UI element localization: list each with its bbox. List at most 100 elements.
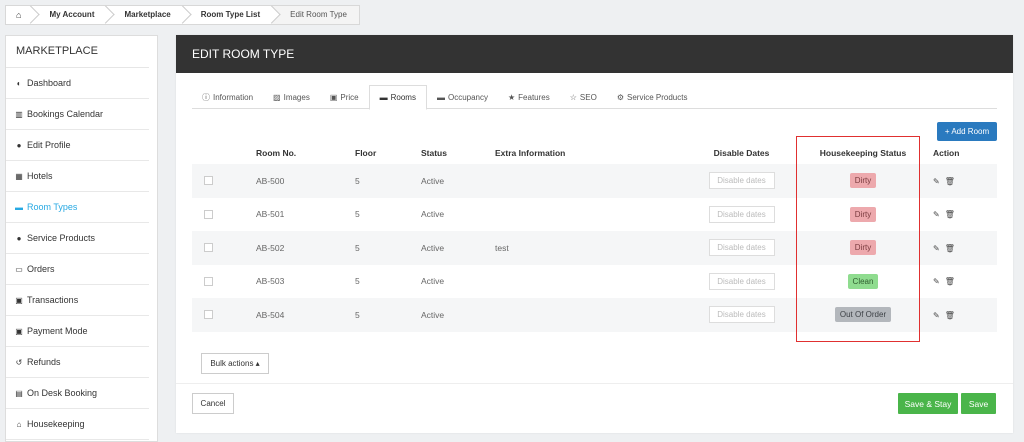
header-housekeeping-status: Housekeeping Status — [819, 148, 907, 158]
breadcrumb-room-type-list[interactable]: Room Type List — [182, 6, 273, 24]
edit-icon[interactable]: ✎ — [933, 244, 940, 253]
trash-icon[interactable]: 🗑 — [945, 277, 955, 286]
image-icon: ▨ — [273, 92, 281, 102]
user-plus-icon: ● — [16, 233, 22, 243]
disable-dates-input[interactable]: Disable dates — [708, 306, 775, 324]
sidebar-item-payment-mode[interactable]: ▣ Payment Mode — [6, 316, 149, 347]
breadcrumb-marketplace[interactable]: Marketplace — [106, 6, 183, 24]
building-icon: ▦ — [15, 171, 23, 181]
tab-features[interactable]: ★ Features — [498, 85, 560, 109]
sidebar-item-service-products[interactable]: ● Service Products — [6, 223, 149, 254]
tab-service-products[interactable]: ⚙ Service Products — [607, 85, 698, 109]
housekeeping-status-badge: Clean — [847, 273, 879, 289]
page-title: EDIT ROOM TYPE — [176, 35, 1013, 73]
room-number: AB-502 — [256, 242, 285, 253]
disable-dates-input[interactable]: Disable dates — [708, 205, 775, 223]
room-number: AB-504 — [256, 309, 285, 320]
breadcrumb-my-account[interactable]: My Account — [31, 6, 107, 24]
calendar-icon: ▤ — [15, 388, 23, 398]
card-icon: ▭ — [15, 264, 23, 274]
housekeeping-status-badge: Dirty — [849, 240, 877, 256]
row-checkbox[interactable] — [204, 276, 213, 286]
header-room-no: Room No. — [256, 148, 297, 158]
sidebar-item-transactions[interactable]: ▣ Transactions — [6, 285, 149, 316]
sidebar-item-room-types[interactable]: ▬ Room Types — [6, 192, 149, 223]
room-status: Active — [421, 209, 445, 220]
table-row: AB-500 5 Active Disable dates Dirty ✎ 🗑 — [192, 164, 997, 198]
chart-icon: ▥ — [15, 109, 23, 119]
housekeeping-status-badge: Out Of Order — [834, 307, 892, 323]
trash-icon[interactable]: 🗑 — [945, 177, 955, 186]
row-checkbox[interactable] — [204, 176, 213, 186]
save-button[interactable]: Save — [961, 393, 996, 414]
table-header: Room No. Floor Status Extra Information … — [192, 142, 997, 164]
disable-dates-input[interactable]: Disable dates — [708, 239, 775, 257]
undo-icon: ↺ — [15, 357, 23, 367]
tab-seo[interactable]: ☆ SEO — [560, 85, 607, 109]
sidebar-item-on-desk-booking[interactable]: ▤ On Desk Booking — [6, 378, 149, 409]
sidebar-item-refunds[interactable]: ↺ Refunds — [6, 347, 149, 378]
room-status: Active — [421, 276, 445, 287]
home-icon: ⌂ — [16, 10, 22, 20]
table-row: AB-502 5 Active test Disable dates Dirty… — [192, 231, 997, 265]
breadcrumb-home[interactable]: ⌂ — [6, 6, 32, 24]
star-outline-icon: ☆ — [569, 92, 577, 102]
sidebar-item-hotels[interactable]: ▦ Hotels — [6, 161, 149, 192]
bed-icon: ▬ — [15, 202, 23, 212]
sidebar-item-edit-profile[interactable]: ● Edit Profile — [6, 130, 149, 161]
tab-occupancy[interactable]: ▬ Occupancy — [427, 85, 498, 109]
room-floor: 5 — [355, 209, 360, 220]
edit-icon[interactable]: ✎ — [933, 311, 940, 320]
add-room-button[interactable]: + Add Room — [937, 122, 997, 141]
header-disable-dates: Disable Dates — [713, 148, 770, 158]
tab-bar: ⓘ Information ▨ Images ▣ Price ▬ Rooms ▬ Occu… — [192, 85, 997, 110]
tab-price[interactable]: ▣ Price — [320, 85, 369, 109]
tab-rooms[interactable]: ▬ Rooms — [368, 85, 427, 110]
table-row: AB-501 5 Active Disable dates Dirty ✎ 🗑 — [192, 198, 997, 232]
housekeeping-status-badge: Dirty — [849, 206, 877, 222]
star-icon: ★ — [508, 92, 516, 102]
disable-dates-input[interactable]: Disable dates — [708, 272, 775, 290]
tab-information[interactable]: ⓘ Information — [192, 85, 263, 109]
room-status: Active — [421, 175, 445, 186]
room-number: AB-501 — [256, 209, 285, 220]
bed-icon: ▬ — [379, 93, 388, 102]
bulk-actions-button[interactable]: Bulk actions ▴ — [201, 353, 269, 374]
table-row: AB-504 5 Active Disable dates Out Of Ord… — [192, 298, 997, 332]
room-status: Active — [421, 242, 445, 253]
disable-dates-input[interactable]: Disable dates — [708, 172, 775, 190]
room-floor: 5 — [355, 276, 360, 287]
breadcrumb-edit-room-type: Edit Room Type — [272, 6, 359, 24]
divider — [176, 383, 1013, 384]
room-extra-info: test — [495, 242, 509, 253]
sidebar-title: MARKETPLACE — [6, 36, 149, 68]
save-and-stay-button[interactable]: Save & Stay — [898, 393, 958, 414]
home-icon: ⌂ — [16, 419, 22, 429]
room-floor: 5 — [355, 309, 360, 320]
sidebar-item-housekeeping[interactable]: ⌂ Housekeeping — [6, 409, 149, 440]
sidebar-item-orders[interactable]: ▭ Orders — [6, 254, 149, 285]
sidebar-item-bookings-calendar[interactable]: ▥ Bookings Calendar — [6, 99, 149, 130]
edit-icon[interactable]: ✎ — [933, 210, 940, 219]
gear-icon: ⚙ — [616, 92, 624, 102]
room-status: Active — [421, 309, 445, 320]
edit-icon[interactable]: ✎ — [933, 277, 940, 286]
money-icon: ▣ — [15, 295, 23, 305]
sidebar-item-dashboard[interactable]: ◐ Dashboard — [6, 68, 149, 99]
tab-images[interactable]: ▨ Images — [263, 85, 320, 109]
room-number: AB-500 — [256, 175, 285, 186]
info-icon: ⓘ — [202, 92, 210, 102]
breadcrumb: ⌂ My Account Marketplace Room Type List … — [5, 5, 360, 25]
trash-icon[interactable]: 🗑 — [945, 210, 955, 219]
user-icon: ● — [16, 140, 22, 150]
trash-icon[interactable]: 🗑 — [945, 311, 955, 320]
row-checkbox[interactable] — [204, 310, 213, 320]
edit-icon[interactable]: ✎ — [933, 177, 940, 186]
row-checkbox[interactable] — [204, 243, 213, 253]
room-floor: 5 — [355, 175, 360, 186]
trash-icon[interactable]: 🗑 — [945, 244, 955, 253]
table-row: AB-503 5 Active Disable dates Clean ✎ 🗑 — [192, 265, 997, 299]
row-checkbox[interactable] — [204, 209, 213, 219]
cancel-button[interactable]: Cancel — [192, 393, 234, 414]
bed-icon: ▬ — [436, 92, 445, 102]
